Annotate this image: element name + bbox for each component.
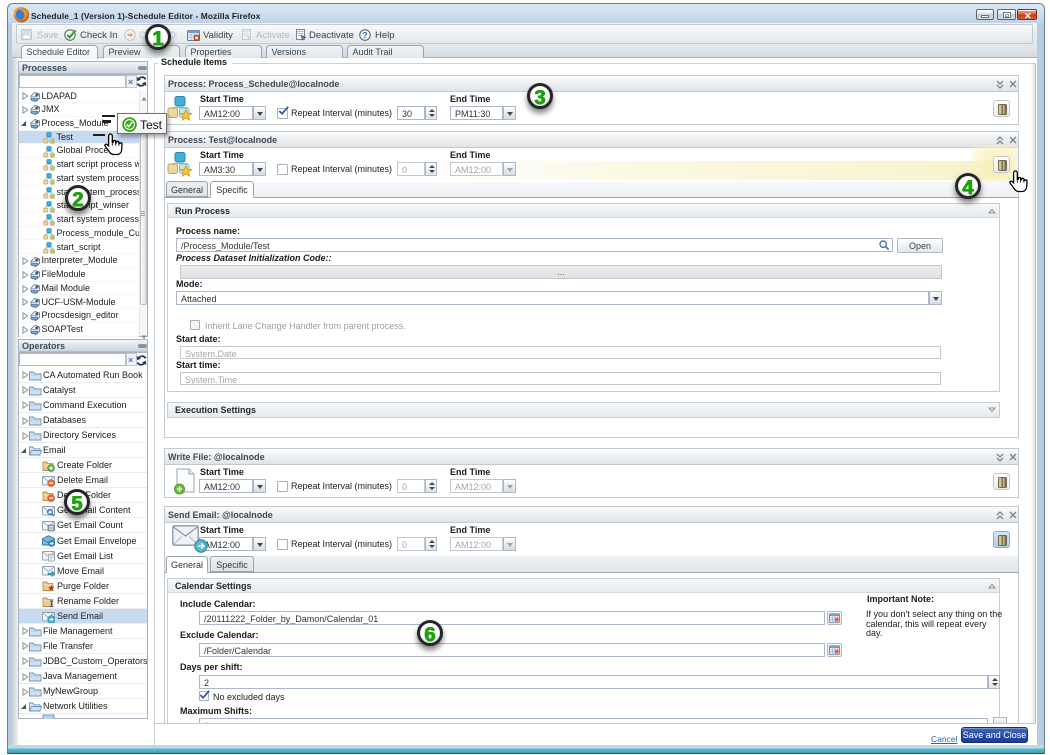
svg-text:?: ?: [362, 30, 367, 40]
